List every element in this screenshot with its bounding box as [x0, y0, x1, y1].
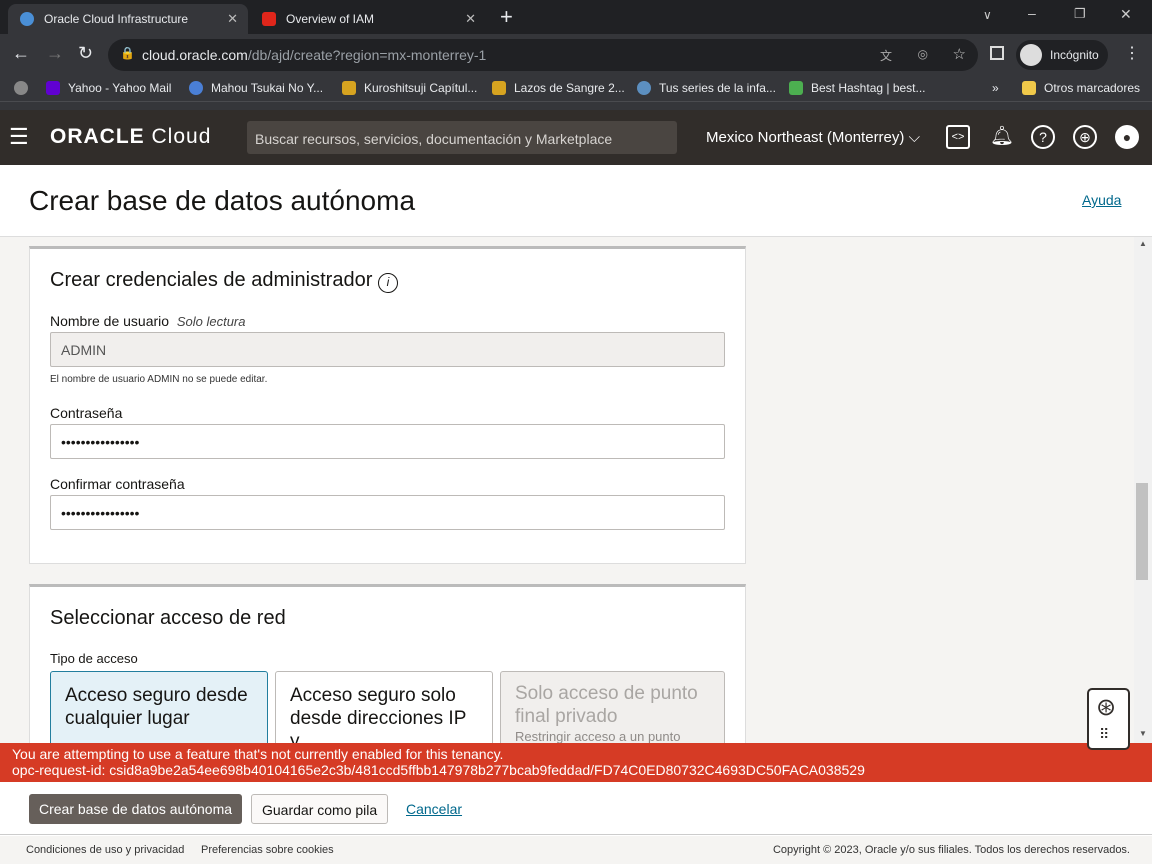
private-option-description: Restringir acceso a un punto	[515, 729, 681, 743]
reload-icon[interactable]: ↻	[78, 43, 93, 64]
cloud-icon	[20, 12, 34, 26]
tab-label: Overview of IAM	[286, 12, 375, 26]
more-bookmarks-icon[interactable]: »	[992, 81, 999, 95]
save-stack-button[interactable]: Guardar como pila	[251, 794, 389, 824]
scroll-down-icon[interactable]: ▼	[1139, 729, 1147, 738]
bookmark-kuroshitsuji[interactable]: Kuroshitsuji Capítul...	[342, 81, 477, 95]
code-editor-icon[interactable]: <>	[946, 125, 970, 149]
form-content: Crear credenciales de administrador i No…	[0, 237, 1134, 743]
password-label: Contraseña	[50, 405, 123, 421]
chevron-down-icon: ⌵	[908, 129, 920, 146]
close-window-icon[interactable]: ✕	[1120, 6, 1132, 23]
bookmark-yahoo[interactable]: Yahoo - Yahoo Mail	[46, 81, 171, 95]
profile-label: Incógnito	[1050, 48, 1099, 62]
bookmark-mahou[interactable]: Mahou Tsukai No Y...	[189, 81, 323, 95]
translate-icon[interactable]: 文	[880, 47, 892, 64]
private-option-label: Solo acceso de punto final privado	[515, 683, 698, 727]
tab-oracle-cloud[interactable]: Oracle Cloud Infrastructure ✕	[8, 4, 248, 34]
close-icon[interactable]: ✕	[465, 11, 476, 27]
scroll-up-icon[interactable]: ▲	[1139, 239, 1147, 248]
confirm-password-label: Confirmar contraseña	[50, 476, 185, 492]
cookies-link[interactable]: Preferencias sobre cookies	[201, 844, 334, 856]
browser-divider	[0, 102, 1152, 110]
access-option-anywhere[interactable]: Acceso seguro desde cualquier lugar	[50, 671, 268, 743]
globe-icon[interactable]: ⊕	[1073, 125, 1097, 149]
error-request-id: opc-request-id: csid8a9be2a54ee698b40104…	[12, 762, 865, 778]
minimize-icon[interactable]: –	[1028, 5, 1036, 21]
close-icon[interactable]: ✕	[227, 11, 238, 27]
access-type-label: Tipo de acceso	[50, 651, 138, 666]
hamburger-menu-icon[interactable]: ☰	[9, 124, 29, 150]
forward-icon[interactable]: →	[46, 43, 64, 64]
bookmark-lazos[interactable]: Lazos de Sangre 2...	[492, 81, 625, 95]
terms-link[interactable]: Condiciones de uso y privacidad	[26, 844, 184, 856]
error-message: You are attempting to use a feature that…	[12, 746, 504, 762]
menu-icon[interactable]: ⋮	[1124, 43, 1140, 63]
incognito-profile[interactable]: Incógnito	[1016, 40, 1108, 70]
username-hint: El nombre de usuario ADMIN no se puede e…	[50, 374, 268, 385]
eye-off-icon[interactable]: ◎	[918, 47, 928, 61]
tab-label: Oracle Cloud Infrastructure	[44, 12, 189, 26]
help-link[interactable]: Ayuda	[1082, 192, 1121, 208]
oracle-icon	[262, 12, 276, 26]
bell-icon[interactable]: 🔔︎	[990, 124, 1014, 148]
side-panel-icon[interactable]	[990, 46, 1004, 60]
new-tab-button[interactable]: +	[500, 4, 513, 30]
back-icon[interactable]: ←	[12, 43, 30, 64]
tab-overview-iam[interactable]: Overview of IAM ✕	[250, 4, 486, 34]
tab-search-icon[interactable]: ∨	[983, 8, 992, 22]
network-title: Seleccionar acceso de red	[50, 607, 286, 629]
copyright: Copyright © 2023, Oracle y/o sus filiale…	[772, 844, 1130, 856]
page-title: Crear base de datos autónoma	[29, 185, 416, 216]
username-field: ADMIN	[50, 332, 725, 367]
address-bar-row: ← → ↻ 🔒 cloud.oracle.com/db/ajd/create?re…	[0, 34, 1152, 76]
error-banner: You are attempting to use a feature that…	[0, 743, 1152, 782]
search-input[interactable]: Buscar recursos, servicios, documentació…	[247, 121, 677, 154]
info-icon[interactable]: i	[377, 273, 398, 293]
password-field[interactable]: ••••••••••••••••	[50, 424, 725, 459]
url-input[interactable]: 🔒 cloud.oracle.com/db/ajd/create?region=m…	[108, 39, 978, 71]
page-footer: Condiciones de uso y privacidad Preferen…	[0, 836, 1152, 864]
credentials-title: Crear credenciales de administrador i	[50, 269, 398, 293]
url-host: cloud.oracle.com	[142, 47, 248, 63]
restore-icon[interactable]: ❐	[1074, 6, 1086, 22]
url-path: /db/ajd/create?region=mx-monterrey-1	[247, 47, 487, 63]
oracle-cloud-logo[interactable]: ORACLE Cloud	[50, 125, 211, 149]
username-label: Nombre de usuario Solo lectura	[50, 313, 246, 329]
region-selector[interactable]: Mexico Northeast (Monterrey) ⌵	[706, 129, 920, 146]
other-bookmarks[interactable]: Otros marcadores	[1022, 81, 1140, 95]
lifebuoy-icon[interactable]: ⊛	[1096, 693, 1116, 722]
access-option-private: Solo acceso de punto final privado Restri…	[500, 671, 725, 743]
star-icon[interactable]: ☆	[953, 45, 966, 63]
user-avatar-icon[interactable]: ●	[1115, 125, 1139, 149]
bookmark-tus-series[interactable]: Tus series de la infa...	[637, 81, 776, 95]
page-title-bar: Crear base de datos autónoma Ayuda	[0, 165, 1152, 237]
network-access-card: Seleccionar acceso de red Tipo de acceso…	[29, 584, 746, 743]
oracle-header: ☰ ORACLE Cloud Buscar recursos, servicio…	[0, 110, 1152, 165]
form-actions: Crear base de datos autónoma Guardar com…	[0, 782, 1152, 835]
cancel-link[interactable]: Cancelar	[406, 801, 462, 817]
admin-credentials-card: Crear credenciales de administrador i No…	[29, 246, 746, 564]
help-widget[interactable]: ⊛ ⠿	[1087, 688, 1130, 750]
bookmark-best-hashtag[interactable]: Best Hashtag | best...	[789, 81, 926, 95]
create-database-button[interactable]: Crear base de datos autónoma	[29, 794, 243, 824]
access-option-ip[interactable]: Acceso seguro solo desde direcciones IP …	[275, 671, 493, 743]
grid-icon[interactable]: ⠿	[1099, 726, 1109, 743]
bookmarks-bar: Yahoo - Yahoo Mail Mahou Tsukai No Y... …	[0, 76, 1152, 102]
confirm-password-field[interactable]: ••••••••••••••••	[50, 495, 725, 530]
apps-icon[interactable]	[14, 81, 36, 95]
browser-tab-bar: Oracle Cloud Infrastructure ✕ Overview of…	[0, 0, 1152, 34]
incognito-icon	[1020, 44, 1042, 66]
lock-icon: 🔒	[120, 46, 135, 60]
scrollbar-thumb[interactable]	[1136, 483, 1148, 580]
scrollbar[interactable]: ▲ ▼	[1134, 237, 1152, 743]
help-icon[interactable]: ?	[1031, 125, 1055, 149]
